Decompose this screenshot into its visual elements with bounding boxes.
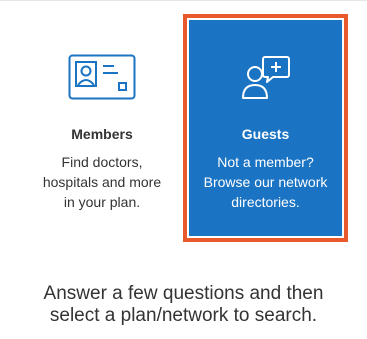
members-card[interactable]: Members Find doctors, hospitals and more…	[22, 14, 182, 242]
guests-card-description: Not a member? Browse our network directo…	[191, 152, 340, 212]
instructions-line-1: Answer a few questions and then	[43, 283, 324, 304]
instructions-line-2: select a plan/network to search.	[49, 305, 318, 326]
guests-desc-line-2: Browse our network	[203, 174, 328, 190]
id-card-icon	[68, 54, 136, 105]
guests-desc-line-1: Not a member?	[217, 154, 314, 170]
instructions-text: Answer a few questions and then select a…	[0, 283, 367, 327]
members-card-description: Find doctors, hospitals and more in your…	[26, 152, 178, 212]
members-desc-line-2: hospitals and more	[42, 174, 162, 190]
top-divider	[0, 0, 367, 1]
guests-card[interactable]: Guests Not a member? Browse our network …	[183, 14, 348, 242]
guests-card-title: Guests	[241, 126, 290, 142]
guests-desc-line-3: directories.	[231, 194, 300, 210]
members-desc-line-3: in your plan.	[63, 194, 141, 210]
plan-search-page: Members Find doctors, hospitals and more…	[0, 0, 367, 339]
user-with-add-bubble-icon	[241, 54, 291, 105]
members-desc-line-1: Find doctors,	[61, 154, 143, 170]
members-card-title: Members	[71, 126, 133, 142]
